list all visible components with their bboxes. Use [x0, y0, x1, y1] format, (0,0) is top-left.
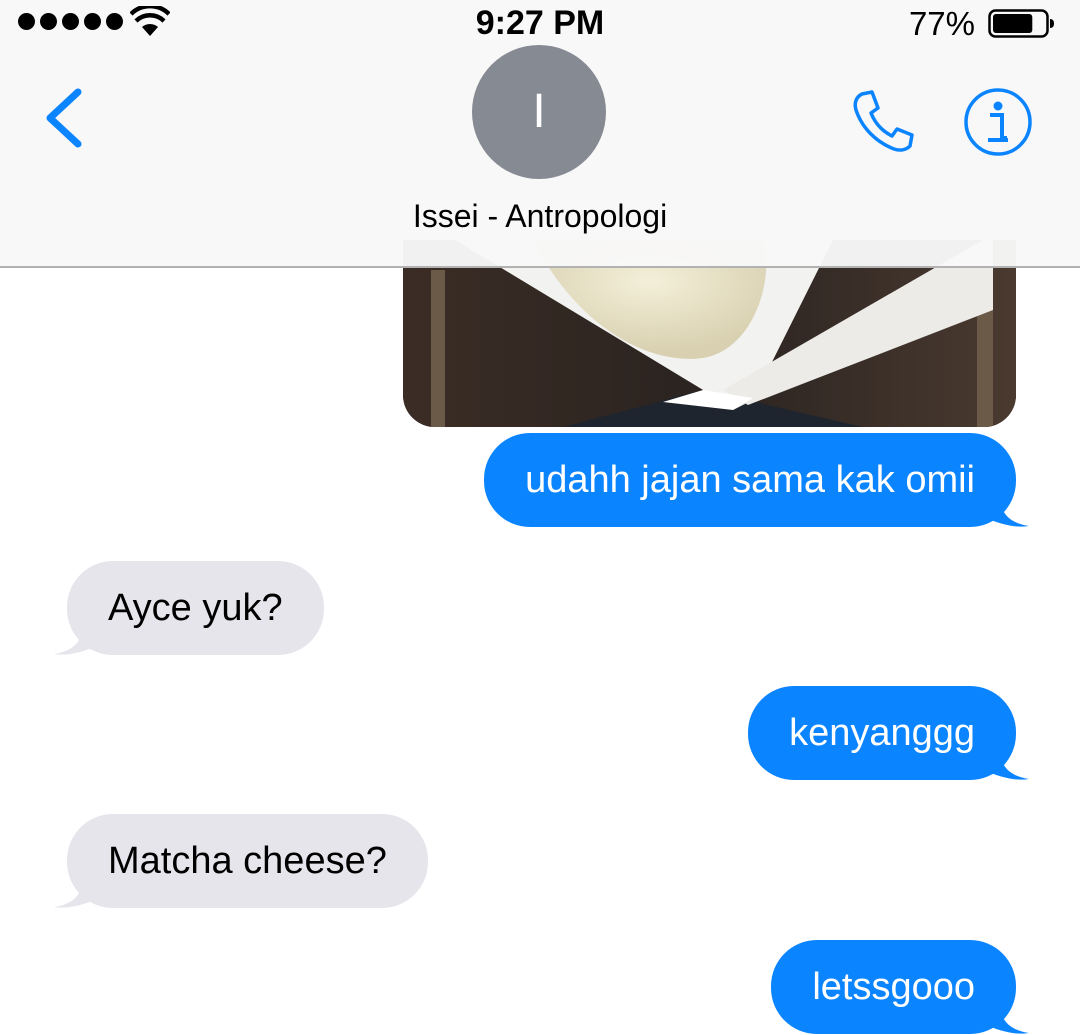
bubble-tail: [54, 878, 100, 908]
battery-icon: [988, 9, 1054, 38]
navigation-bar: 9:27 PM 77% I Issei - Antropologi: [0, 0, 1080, 268]
contact-name[interactable]: Issei - Antropologi: [0, 198, 1080, 235]
bubble-tail: [983, 750, 1029, 780]
contact-avatar[interactable]: I: [472, 45, 606, 179]
message-text: Ayce yuk?: [108, 587, 283, 629]
outgoing-message[interactable]: udahh jajan sama kak omii: [484, 433, 1029, 527]
message-text: letssgooo: [812, 966, 975, 1008]
incoming-message[interactable]: Ayce yuk?: [54, 561, 324, 655]
bubble-tail: [983, 1004, 1029, 1034]
phone-icon[interactable]: [848, 88, 916, 156]
status-bar: 9:27 PM 77%: [0, 0, 1080, 46]
outgoing-message[interactable]: letssgooo: [771, 940, 1029, 1034]
photo-message[interactable]: [403, 240, 1016, 427]
food-photo: [403, 240, 1016, 427]
message-text: udahh jajan sama kak omii: [525, 459, 975, 501]
incoming-message[interactable]: Matcha cheese?: [54, 814, 428, 908]
info-icon[interactable]: [962, 86, 1034, 158]
outgoing-message[interactable]: kenyanggg: [748, 686, 1029, 780]
message-text: Matcha cheese?: [108, 840, 387, 882]
bubble-tail: [54, 625, 100, 655]
message-text: kenyanggg: [789, 712, 975, 754]
back-chevron-icon[interactable]: [40, 86, 88, 150]
bubble-tail: [983, 497, 1029, 527]
battery-percentage: 77%: [908, 5, 975, 42]
